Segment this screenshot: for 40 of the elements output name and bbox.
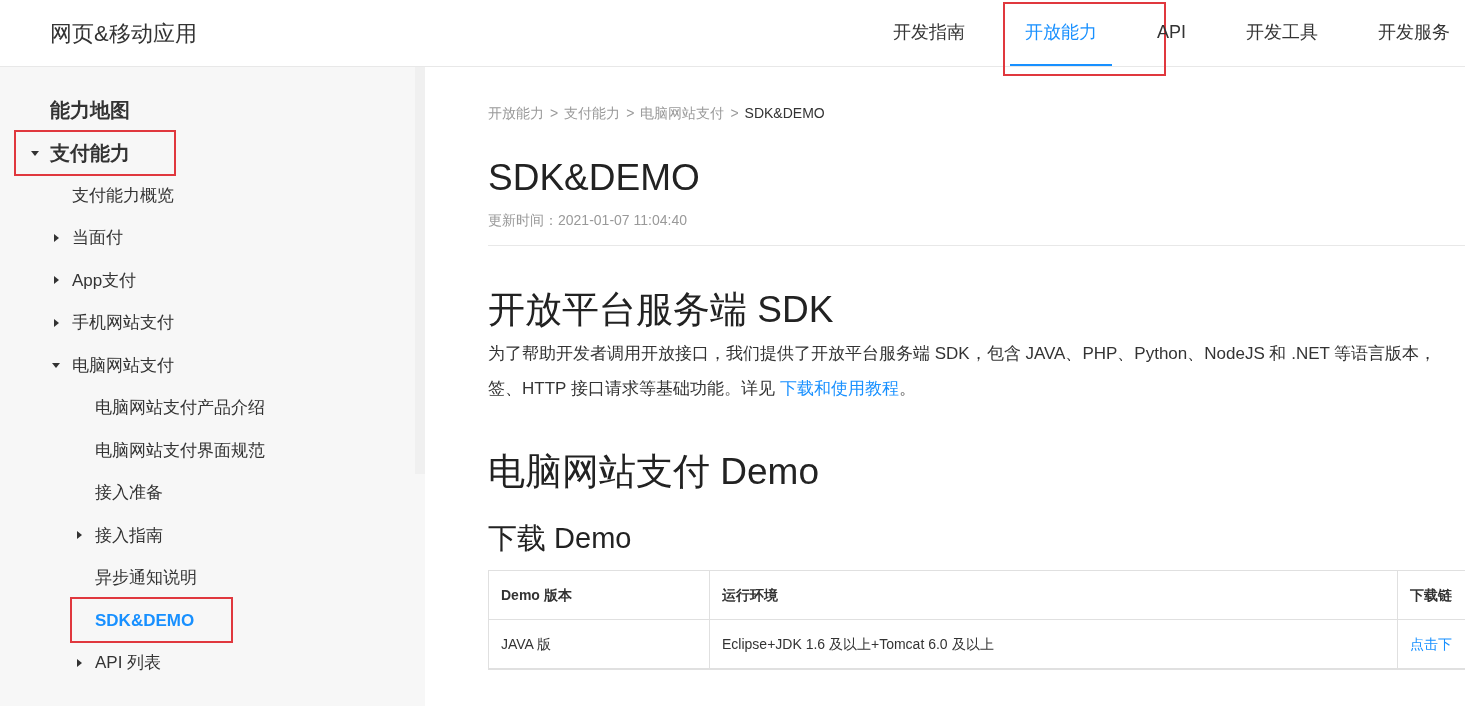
section-heading: 开放平台服务端 SDK — [488, 288, 835, 332]
nav-tab[interactable]: 开发指南 — [878, 0, 980, 66]
sidebar-item[interactable]: 支付能力 — [50, 137, 130, 168]
column-header: Demo 版本 — [489, 571, 710, 619]
breadcrumb-separator: > — [550, 104, 559, 123]
breadcrumb-link[interactable]: SDK&DEMO — [744, 103, 825, 124]
nav-tab[interactable]: 开发服务 — [1363, 0, 1465, 66]
paragraph-line: 为了帮助开发者调用开放接口，我们提供了开放平台服务端 SDK，包含 JAVA、PHP、Python、NodeJS 和 .NET 等语言版本， — [488, 343, 1438, 365]
nav-tab[interactable]: 开发工具 — [1231, 0, 1333, 66]
sidebar-item[interactable]: 能力地图 — [50, 95, 130, 126]
caret-down-icon[interactable] — [52, 361, 60, 370]
table-cell: JAVA 版 — [489, 620, 710, 668]
caret-right-icon[interactable] — [52, 233, 60, 242]
update-time: 更新时间：2021-01-07 11:04:40 — [488, 211, 688, 230]
sidebar-item[interactable]: 接入指南 — [95, 522, 163, 548]
sidebar-item[interactable]: 电脑网站支付 — [72, 352, 174, 378]
sidebar-item[interactable]: 异步通知说明 — [95, 565, 197, 591]
sidebar-item[interactable]: 手机网站支付 — [72, 310, 174, 336]
breadcrumb-separator: > — [730, 104, 739, 123]
column-header: 运行环境 — [710, 571, 1398, 619]
subsection-heading: 下载 Demo — [488, 521, 633, 556]
sidebar-item[interactable]: 电脑网站支付产品介绍 — [95, 395, 265, 421]
caret-down-icon[interactable] — [31, 148, 39, 157]
sidebar-item[interactable]: 电脑网站支付界面规范 — [95, 437, 265, 463]
caret-right-icon[interactable] — [52, 318, 60, 327]
sidebar-item[interactable]: App支付 — [72, 267, 137, 293]
sidebar-item[interactable]: 支付能力概览 — [72, 182, 174, 208]
caret-right-icon[interactable] — [75, 658, 83, 667]
section-heading: 电脑网站支付 Demo — [488, 450, 820, 494]
site-title: 网页&移动应用 — [49, 19, 198, 48]
column-header: 下载链 — [1409, 585, 1453, 605]
caret-right-icon[interactable] — [52, 276, 60, 285]
sidebar-item[interactable]: 当面付 — [72, 225, 123, 251]
paragraph-line: 签、HTTP 接口请求等基础功能。详见 下载和使用教程。 — [488, 378, 917, 400]
sidebar-item[interactable]: API 列表 — [95, 650, 162, 676]
table-cell: Eclipse+JDK 1.6 及以上+Tomcat 6.0 及以上 — [710, 620, 1398, 668]
caret-right-icon[interactable] — [75, 531, 83, 540]
page-title: SDK&DEMO — [488, 156, 701, 200]
sidebar-item[interactable]: 接入准备 — [95, 480, 163, 506]
breadcrumb-separator: > — [626, 104, 635, 123]
